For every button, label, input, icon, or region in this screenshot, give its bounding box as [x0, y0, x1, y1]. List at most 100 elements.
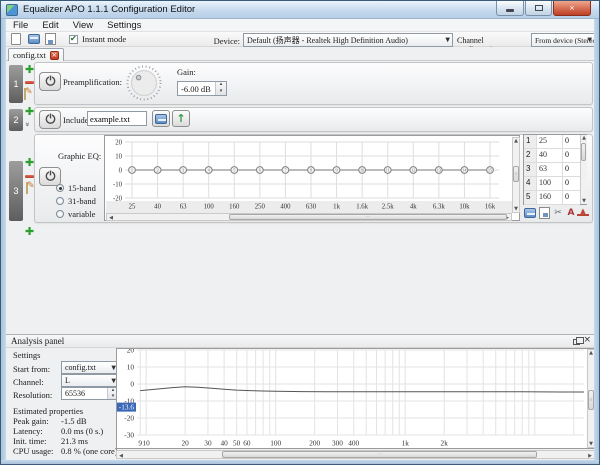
include-file-input[interactable]: [87, 111, 147, 126]
n-cell: 5: [524, 191, 537, 204]
scroll-left-icon[interactable]: ◀: [118, 453, 124, 459]
expand-chevron-icon[interactable]: »: [23, 122, 32, 127]
new-file-icon[interactable]: [11, 33, 23, 45]
scrollbar-thumb[interactable]: [581, 143, 586, 161]
eject-icon[interactable]: ▲: [577, 207, 589, 216]
open-in-editor-button[interactable]: ↑: [172, 110, 190, 127]
freq-cell[interactable]: 160: [537, 191, 563, 204]
scrollbar-thumb[interactable]: ···: [222, 451, 537, 458]
gain-cell[interactable]: 0: [563, 135, 579, 148]
svg-text:1k: 1k: [402, 439, 410, 448]
svg-text:-30: -30: [124, 431, 134, 440]
scroll-down-icon[interactable]: ▼: [581, 198, 587, 204]
eq-h-scrollbar[interactable]: ◀ ▶ ···: [106, 213, 512, 221]
window-frame-right: [594, 19, 599, 462]
table-row[interactable]: 3 63 0: [524, 163, 580, 177]
remove-filter-button[interactable]: [25, 81, 34, 84]
scrollbar-thumb[interactable]: ···: [229, 214, 507, 220]
table-scrollbar[interactable]: ▲ ▼: [580, 135, 587, 204]
menu-item-settings[interactable]: Settings: [100, 20, 148, 31]
channel-select[interactable]: L ▼: [61, 374, 119, 387]
eq-chart-svg[interactable]: 25 40 63 100 160 250 400 630 1k 1.6k 2.5k 4k 6.3k 10k…: [106, 137, 512, 213]
property-value: 21.3 ms: [61, 436, 88, 446]
menu-item-file[interactable]: File: [6, 20, 35, 31]
svg-text:12: 12: [411, 168, 415, 173]
open-file-icon[interactable]: [28, 33, 40, 45]
menu-item-edit[interactable]: Edit: [35, 20, 65, 31]
scroll-down-icon[interactable]: ▼: [513, 206, 519, 212]
gain-cell[interactable]: 0: [563, 191, 579, 204]
svg-text:-20: -20: [113, 195, 123, 202]
svg-text:63: 63: [180, 204, 187, 211]
add-filter-button[interactable]: ✚: [25, 157, 34, 168]
maximize-button[interactable]: [525, 1, 552, 16]
edit-filter-icon[interactable]: [24, 88, 26, 100]
cut-icon[interactable]: ✂: [552, 207, 564, 218]
scroll-up-icon[interactable]: ▲: [513, 138, 519, 144]
table-row[interactable]: 1 25 0: [524, 135, 580, 149]
svg-text:0: 0: [130, 380, 134, 389]
letter-a-icon[interactable]: A: [565, 207, 577, 218]
gain-cell[interactable]: 0: [563, 177, 579, 190]
eq-graph[interactable]: 25 40 63 100 160 250 400 630 1k 1.6k 2.5k 4k 6.3k 10k…: [104, 135, 520, 221]
eq-band-table[interactable]: 1 25 0 2 40 0 3 63 0 4 100 0 5 160 0 ▲ ▼: [523, 134, 587, 205]
add-filter-button[interactable]: ✚: [25, 226, 34, 237]
close-panel-icon[interactable]: ×: [583, 335, 591, 345]
save-file-icon[interactable]: [45, 33, 57, 45]
freq-cell[interactable]: 40: [537, 149, 563, 162]
start-from-label: Start from:: [13, 364, 51, 374]
svg-text:5: 5: [233, 168, 235, 173]
freq-cell[interactable]: 63: [537, 163, 563, 176]
eq-v-scrollbar[interactable]: ▲ ▼ ≡: [512, 137, 520, 213]
svg-text:400: 400: [280, 204, 291, 211]
spinner-arrows[interactable]: ▴ ▾: [215, 82, 226, 95]
gain-knob[interactable]: [125, 64, 163, 102]
channel-config-select[interactable]: From device (Stereo) ▼: [531, 33, 595, 47]
radio-variable[interactable]: variable: [56, 207, 96, 220]
svg-text:300: 300: [332, 439, 343, 448]
gain-cell[interactable]: 0: [563, 149, 579, 162]
scroll-right-icon[interactable]: ▶: [587, 453, 593, 459]
scroll-up-icon[interactable]: ▲: [581, 135, 587, 141]
close-button[interactable]: ×: [553, 1, 591, 16]
maximize-icon: [534, 5, 543, 11]
freq-cell[interactable]: 25: [537, 135, 563, 148]
radio-31-band[interactable]: 31-band: [56, 194, 96, 207]
start-from-select[interactable]: config.txt ▼: [61, 361, 119, 374]
svg-text:13: 13: [437, 168, 441, 173]
add-filter-button[interactable]: ✚: [25, 64, 34, 75]
radio-button-icon: [56, 196, 64, 205]
property-row: Peak gain: -1.5 dB: [13, 416, 118, 426]
add-filter-button[interactable]: ✚: [25, 106, 34, 117]
radio-15-band[interactable]: 15-band: [56, 181, 96, 194]
table-row[interactable]: 2 40 0: [524, 149, 580, 163]
property-label: Latency:: [13, 426, 43, 436]
tab-close-icon[interactable]: ×: [49, 50, 59, 60]
open-include-button[interactable]: [152, 110, 170, 127]
minimize-button[interactable]: [496, 1, 524, 16]
menu-item-view[interactable]: View: [66, 20, 100, 31]
save-as-icon[interactable]: [538, 206, 550, 219]
power-toggle[interactable]: [39, 72, 61, 91]
power-toggle[interactable]: [39, 110, 61, 129]
up-arrow-icon: ↑: [176, 112, 186, 125]
tab-config-txt[interactable]: config.txt ×: [8, 48, 64, 61]
gain-spinbox[interactable]: -6.00 dB ▴ ▾: [177, 81, 227, 96]
edit-filter-icon[interactable]: [26, 182, 28, 194]
resolution-spinbox[interactable]: 65536 ▴ ▾: [61, 387, 119, 400]
freq-cell[interactable]: 100: [537, 177, 563, 190]
instant-mode-checkbox[interactable]: [69, 34, 78, 44]
table-row[interactable]: 4 100 0: [524, 177, 580, 191]
analysis-h-scrollbar[interactable]: ◀ ▶ ···: [116, 450, 595, 459]
table-row[interactable]: 5 160 0: [524, 191, 580, 205]
open-icon[interactable]: [524, 207, 536, 218]
scrollbar-thumb[interactable]: ≡: [513, 166, 519, 182]
svg-text:50: 50: [233, 439, 241, 448]
remove-filter-button[interactable]: [25, 175, 34, 178]
svg-text:10: 10: [360, 168, 364, 173]
device-select[interactable]: Default (扬声器 - Realtek High Definition A…: [243, 33, 453, 47]
settings-label: Settings: [13, 350, 41, 360]
scroll-left-icon[interactable]: ◀: [108, 215, 114, 221]
float-panel-icon[interactable]: [573, 337, 584, 345]
gain-cell[interactable]: 0: [563, 163, 579, 176]
